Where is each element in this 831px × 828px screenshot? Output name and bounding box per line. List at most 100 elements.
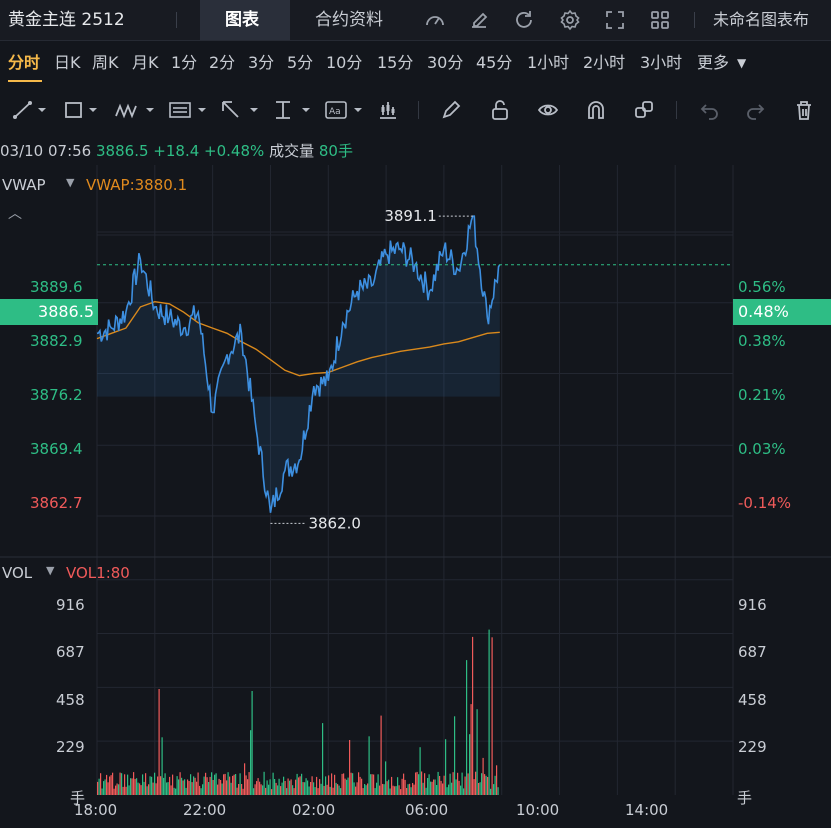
layout-grid-icon[interactable]: [648, 8, 672, 32]
volume-bar: [443, 775, 445, 795]
trash-icon[interactable]: [793, 99, 815, 121]
volume-bar: [370, 774, 372, 795]
price-axis-label: 3862.7: [30, 494, 83, 512]
volume-bar: [172, 774, 174, 795]
volume-bar: [343, 773, 345, 795]
volume-bar: [238, 784, 240, 795]
period-4[interactable]: 1分: [171, 41, 197, 83]
volume-bar: [185, 787, 187, 795]
low-price-label: 3862.0: [308, 514, 361, 532]
volume-bar: [368, 736, 370, 795]
volume-bar: [163, 777, 165, 795]
volume-bar: [269, 779, 271, 795]
period-13[interactable]: 2小时: [583, 41, 625, 83]
period-11[interactable]: 45分: [476, 41, 512, 83]
layout-name[interactable]: 未命名图表布: [713, 0, 809, 40]
volume-bar: [322, 723, 324, 795]
volume-bar: [283, 776, 285, 795]
volume-bar: [212, 780, 214, 795]
current-percent-tag: 0.48%: [733, 299, 831, 325]
volume-bar: [311, 776, 313, 795]
gear-icon[interactable]: [558, 8, 582, 32]
volume-bar: [244, 763, 246, 795]
period-10[interactable]: 30分: [427, 41, 463, 83]
active-period-indicator: [8, 80, 42, 82]
volume-bar: [458, 780, 460, 795]
undo-icon[interactable]: [698, 99, 720, 121]
period-1[interactable]: 日K: [54, 41, 81, 83]
volume-bar: [383, 784, 385, 795]
volume-bar: [452, 772, 454, 795]
volume-bar: [263, 771, 265, 795]
volume-bar: [469, 734, 471, 795]
volume-bar: [472, 636, 474, 795]
period-12[interactable]: 1小时: [527, 41, 569, 83]
price-range-tool-icon[interactable]: [272, 99, 316, 121]
volume-bar: [130, 778, 132, 795]
period-2[interactable]: 周K: [92, 41, 119, 83]
trend-line-tool-icon[interactable]: [12, 99, 48, 121]
tab-contract[interactable]: 合约资料: [315, 0, 383, 40]
fibonacci-tool-icon[interactable]: [168, 99, 212, 121]
magnet-icon[interactable]: [585, 99, 607, 121]
pattern-tool-icon[interactable]: [114, 99, 158, 121]
symbol-title[interactable]: 黄金主连 2512: [8, 0, 125, 40]
volume-bar: [392, 785, 394, 795]
volume-bar: [188, 781, 190, 795]
volume-bar: [418, 774, 420, 795]
indicator-tool-icon[interactable]: [377, 99, 399, 121]
volume-bar: [379, 785, 381, 795]
volume-bar: [205, 772, 207, 795]
volume-bar: [415, 772, 417, 795]
period-0[interactable]: 分时: [8, 41, 40, 83]
volume-bar: [448, 784, 450, 795]
period-5[interactable]: 2分: [209, 41, 235, 83]
volume-bar: [148, 784, 150, 795]
volume-bar: [475, 771, 477, 795]
volume-bar: [338, 785, 340, 795]
edit-icon[interactable]: [467, 8, 491, 32]
volume-bar: [241, 784, 243, 795]
tab-chart-label[interactable]: 图表: [225, 0, 259, 40]
volume-dropdown-icon[interactable]: ▼: [46, 564, 54, 577]
volume-bar: [160, 776, 162, 795]
pencil-icon[interactable]: [440, 99, 462, 121]
volume-bar: [347, 777, 349, 795]
eye-icon[interactable]: [537, 99, 559, 121]
volume-indicator-name[interactable]: VOL: [2, 564, 32, 582]
text-tool-icon[interactable]: Aa: [324, 99, 368, 121]
time-axis-label: 10:00: [516, 801, 560, 819]
period-9[interactable]: 15分: [377, 41, 413, 83]
volume-bar: [352, 773, 354, 795]
collapse-chevron-icon[interactable]: ︿: [8, 203, 22, 223]
volume-bar: [106, 774, 108, 795]
unlock-icon[interactable]: [489, 99, 511, 121]
period-3[interactable]: 月K: [132, 41, 159, 83]
volume-bar: [101, 788, 103, 795]
volume-bar: [416, 771, 418, 795]
period-6[interactable]: 3分: [248, 41, 274, 83]
volume-bar: [428, 774, 430, 795]
volume-bar: [404, 779, 406, 795]
refresh-icon[interactable]: [512, 8, 536, 32]
volume-bar: [373, 774, 375, 795]
speedometer-icon[interactable]: [423, 8, 447, 32]
fullscreen-icon[interactable]: [603, 8, 627, 32]
rectangle-tool-icon[interactable]: [63, 99, 99, 121]
volume-bar: [397, 777, 399, 795]
redo-icon[interactable]: [745, 99, 767, 121]
period-7[interactable]: 5分: [287, 41, 313, 83]
volume-bar: [253, 788, 255, 795]
link-icon[interactable]: [633, 99, 655, 121]
arrow-tool-icon[interactable]: [220, 99, 264, 121]
price-chart[interactable]: 3891.1 3862.0: [0, 165, 831, 828]
volume-axis-label-right: 458: [738, 691, 767, 709]
indicator-name[interactable]: VWAP: [2, 176, 46, 194]
more-dropdown-icon[interactable]: ▼: [737, 41, 746, 83]
volume-bar: [364, 784, 366, 795]
indicator-dropdown-icon[interactable]: ▼: [66, 176, 74, 189]
volume-bar: [355, 786, 357, 795]
period-8[interactable]: 10分: [326, 41, 362, 83]
period-15[interactable]: 更多: [697, 41, 729, 83]
period-14[interactable]: 3小时: [640, 41, 682, 83]
